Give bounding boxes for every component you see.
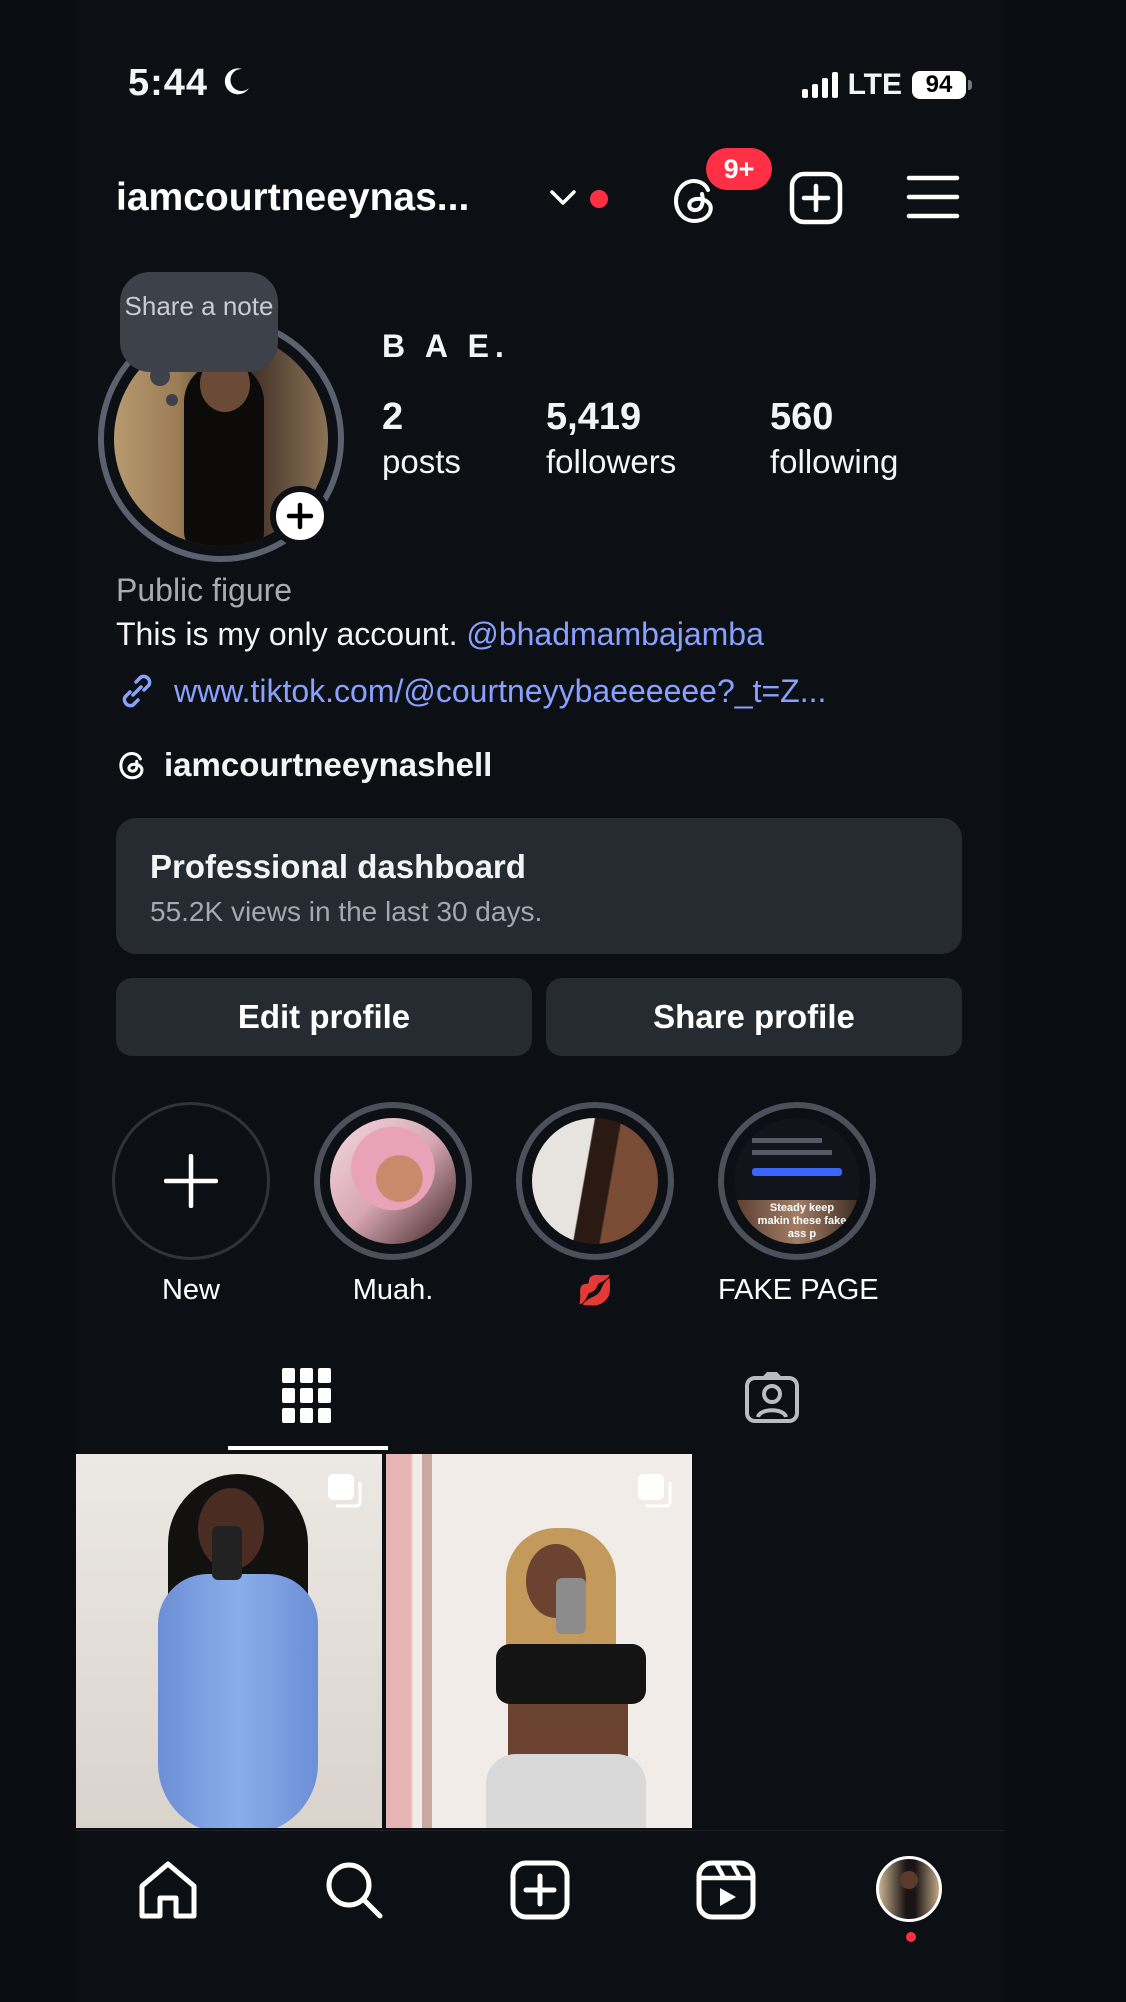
profile-category: Public figure xyxy=(116,572,293,608)
active-tab-indicator xyxy=(228,1446,388,1450)
highlight-cover-image xyxy=(532,1118,658,1244)
stat-following-value: 560 xyxy=(770,396,834,438)
highlight-cover-text: Steady keep makin these fake ass p xyxy=(757,1202,847,1240)
stat-followers-value: 5,419 xyxy=(546,396,642,438)
moon-icon xyxy=(224,68,249,95)
menu-icon[interactable] xyxy=(906,172,960,222)
post-image-phone xyxy=(212,1526,242,1580)
signal-icon xyxy=(801,72,838,98)
chevron-down-icon[interactable] xyxy=(548,186,578,210)
highlight-label: Muah. xyxy=(352,1274,434,1306)
create-post-icon[interactable] xyxy=(788,170,844,226)
grid-tab-icon[interactable] xyxy=(282,1368,332,1424)
share-profile-button[interactable]: Share profile xyxy=(546,978,962,1056)
post-image-shorts xyxy=(486,1754,646,1828)
stat-posts-label: posts xyxy=(382,443,461,480)
note-bubble-tail xyxy=(150,366,170,386)
display-name: B A E. xyxy=(382,328,510,364)
network-type: LTE xyxy=(847,68,902,101)
post-image-door-frame xyxy=(422,1454,432,1828)
highlight-new-circle xyxy=(112,1102,270,1260)
threads-notification-badge: 9+ xyxy=(706,148,772,190)
highlight-cover-image: Steady keep makin these fake ass p xyxy=(734,1118,860,1244)
home-icon[interactable] xyxy=(136,1858,200,1922)
highlight-label: New xyxy=(161,1274,220,1306)
highlight-ring xyxy=(314,1102,472,1260)
plus-icon xyxy=(164,1154,218,1208)
dashboard-subtitle: 55.2K views in the last 30 days. xyxy=(150,896,543,927)
profile-tab-avatar[interactable] xyxy=(876,1856,942,1922)
highlight-new[interactable]: New xyxy=(112,1102,270,1307)
bio-text: This is my only account. xyxy=(116,616,467,652)
profile-link[interactable]: www.tiktok.com/@courtneyybaeeeeee?_t=Z..… xyxy=(116,670,826,712)
highlight-label: 💋 xyxy=(576,1275,614,1307)
highlight-fake-page[interactable]: Steady keep makin these fake ass p FAKE … xyxy=(718,1102,879,1307)
threads-profile-link[interactable]: iamcourtneeynashell xyxy=(116,746,492,784)
dashboard-title: Professional dashboard xyxy=(150,848,526,885)
post-thumbnail[interactable] xyxy=(76,1454,382,1828)
highlight-ring: Steady keep makin these fake ass p xyxy=(718,1102,876,1260)
post-image-dress xyxy=(158,1574,318,1828)
highlight-cover-image xyxy=(330,1118,456,1244)
profile-link-text[interactable]: www.tiktok.com/@courtneyybaeeeeee?_t=Z..… xyxy=(174,673,826,710)
bio-mention-link[interactable]: @bhadmambajamba xyxy=(466,616,764,652)
edit-profile-button[interactable]: Edit profile xyxy=(116,978,532,1056)
post-image-top xyxy=(496,1644,646,1704)
new-activity-dot xyxy=(590,190,608,208)
post-image-phone xyxy=(556,1578,586,1634)
threads-handle: iamcourtneeynashell xyxy=(164,746,493,783)
note-bubble-tail-small xyxy=(166,394,178,406)
search-icon[interactable] xyxy=(322,1858,386,1922)
link-icon xyxy=(122,674,152,708)
profile-notification-dot xyxy=(906,1932,916,1942)
stat-posts[interactable]: 2 posts xyxy=(382,396,461,481)
tagged-tab-icon[interactable] xyxy=(744,1372,800,1424)
post-thumbnail[interactable] xyxy=(386,1454,692,1828)
bio: This is my only account. @bhadmambajamba xyxy=(116,616,764,653)
multiple-photos-icon xyxy=(328,1474,362,1508)
share-note-bubble[interactable]: Share a note xyxy=(120,272,278,372)
status-time: 5:44 xyxy=(128,62,209,104)
multiple-photos-icon xyxy=(638,1474,672,1508)
highlight-label: FAKE PAGE xyxy=(718,1274,879,1306)
create-icon[interactable] xyxy=(508,1858,572,1922)
highlight-kiss[interactable]: 💋 xyxy=(516,1102,674,1308)
stat-posts-value: 2 xyxy=(382,396,404,438)
professional-dashboard-card[interactable]: Professional dashboard 55.2K views in th… xyxy=(116,818,962,954)
status-indicators: LTE 94 xyxy=(801,68,972,102)
stat-following-label: following xyxy=(770,443,899,480)
stat-followers[interactable]: 5,419 followers xyxy=(546,396,676,481)
stat-following[interactable]: 560 following xyxy=(770,396,898,481)
reels-icon[interactable] xyxy=(694,1858,758,1922)
account-switcher-username[interactable]: iamcourtneeynas... xyxy=(116,176,469,220)
highlight-ring xyxy=(516,1102,674,1260)
stat-followers-label: followers xyxy=(546,443,677,480)
add-story-plus-icon[interactable] xyxy=(270,486,330,546)
battery-icon: 94 xyxy=(912,71,972,99)
highlight-muah[interactable]: Muah. xyxy=(314,1102,472,1307)
threads-icon xyxy=(119,752,144,780)
